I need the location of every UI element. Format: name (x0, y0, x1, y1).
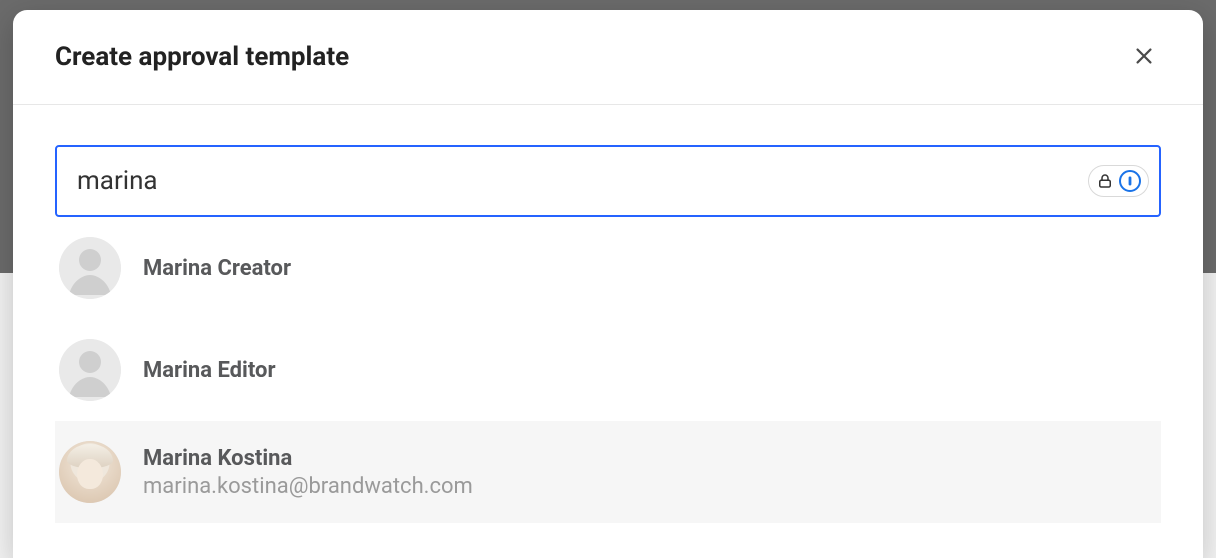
avatar-placeholder-icon (59, 339, 121, 401)
autocomplete-option[interactable]: Marina Creator (55, 217, 1161, 319)
autocomplete-dropdown: Marina Creator Marina Editor Marina Kosti… (55, 217, 1161, 523)
modal-title: Create approval template (55, 42, 349, 72)
option-texts: Marina Editor (143, 358, 276, 383)
create-approval-template-modal: Create approval template (13, 10, 1203, 558)
close-button[interactable] (1127, 40, 1161, 74)
option-name: Marina Editor (143, 358, 276, 383)
option-name: Marina Creator (143, 256, 291, 281)
password-manager-badge[interactable] (1088, 165, 1149, 197)
avatar-placeholder-icon (59, 237, 121, 299)
option-texts: Marina Creator (143, 256, 291, 281)
autocomplete-option[interactable]: Marina Editor (55, 319, 1161, 421)
close-icon (1133, 45, 1155, 70)
approver-search-input[interactable] (55, 145, 1161, 217)
modal-header: Create approval template (13, 10, 1203, 105)
autocomplete-option[interactable]: Marina Kostina marina.kostina@brandwatch.… (55, 421, 1161, 523)
option-texts: Marina Kostina marina.kostina@brandwatch.… (143, 446, 473, 499)
option-email: marina.kostina@brandwatch.com (143, 474, 473, 499)
avatar-photo (59, 441, 121, 503)
search-wrapper (55, 145, 1161, 217)
onepassword-icon (1119, 170, 1141, 192)
option-name: Marina Kostina (143, 446, 473, 471)
lock-icon (1096, 172, 1114, 190)
modal-body: Marina Creator Marina EditorMarina Kosti… (13, 105, 1203, 217)
